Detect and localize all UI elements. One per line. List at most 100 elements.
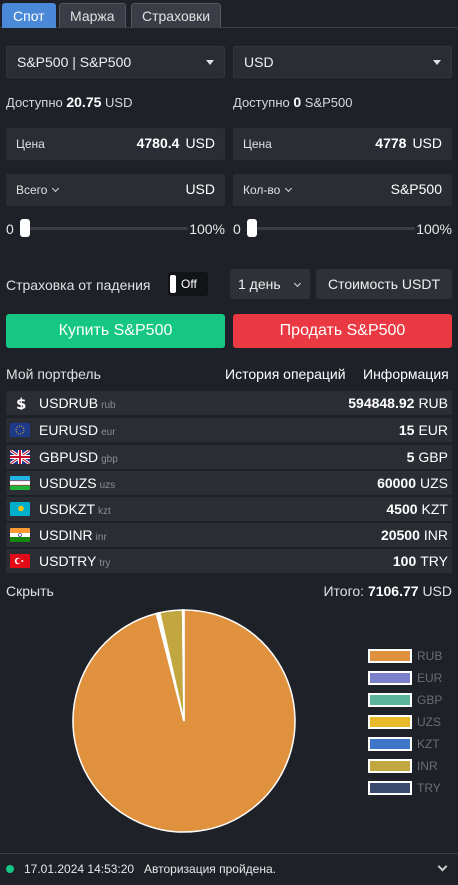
row-ticker: USDKZT bbox=[39, 501, 95, 517]
insurance-toggle[interactable]: Off bbox=[168, 272, 208, 296]
available-label: Доступно bbox=[6, 95, 63, 110]
legend-swatch bbox=[368, 649, 412, 663]
slider-track[interactable] bbox=[247, 227, 415, 230]
legend-item-kzt[interactable]: KZT bbox=[368, 736, 448, 752]
available-unit: USD bbox=[105, 95, 133, 110]
eu-flag-icon bbox=[10, 423, 30, 437]
row-amount: 594848.92 RUB bbox=[348, 395, 448, 411]
row-ticker: USDUZS bbox=[39, 475, 97, 491]
row-amount-unit: TRY bbox=[420, 553, 448, 569]
total-label: Всего bbox=[16, 183, 48, 197]
buy-slider[interactable]: 0 100% bbox=[6, 219, 225, 237]
legend-label: UZS bbox=[417, 715, 441, 729]
table-row[interactable]: USDUZS uzs 60000 UZS bbox=[6, 471, 452, 495]
table-row[interactable]: EURUSD eur 15 EUR bbox=[6, 418, 452, 442]
legend-item-try[interactable]: TRY bbox=[368, 780, 448, 796]
slider-thumb[interactable] bbox=[20, 219, 30, 237]
row-code: inr bbox=[95, 532, 107, 543]
pair-select[interactable]: S&P500 | S&P500 bbox=[6, 46, 225, 78]
right-available: Доступно 0 S&P500 bbox=[233, 94, 352, 110]
legend-label: RUB bbox=[417, 649, 443, 663]
legend-item-inr[interactable]: INR bbox=[368, 758, 448, 774]
slider-max: 100% bbox=[416, 221, 452, 237]
total-value: 7106.77 bbox=[367, 583, 419, 599]
left-available: Доступно 20.75 USD bbox=[6, 94, 132, 110]
chevron-down-icon[interactable] bbox=[437, 861, 448, 872]
row-code: try bbox=[99, 558, 111, 569]
hide-chart-link[interactable]: Скрыть bbox=[6, 583, 54, 599]
legend-swatch bbox=[368, 693, 412, 707]
row-code: rub bbox=[101, 400, 116, 411]
total-unit: USD bbox=[185, 181, 215, 197]
legend-label: EUR bbox=[417, 671, 443, 685]
legend-label: GBP bbox=[417, 693, 443, 707]
row-ticker: USDINR bbox=[39, 527, 93, 543]
legend-item-eur[interactable]: EUR bbox=[368, 670, 448, 686]
price-value: 4778 USD bbox=[375, 135, 442, 151]
row-code: uzs bbox=[99, 480, 116, 491]
chevron-down-icon bbox=[52, 184, 60, 193]
row-amount-value: 5 bbox=[406, 449, 415, 465]
total-mode-dropdown[interactable]: Всего bbox=[16, 183, 60, 197]
legend-item-gbp[interactable]: GBP bbox=[368, 692, 448, 708]
uz-flag-icon bbox=[10, 476, 30, 490]
row-amount-unit: EUR bbox=[418, 422, 448, 438]
buy-price-field[interactable]: Цена 4780.4 USD bbox=[6, 128, 225, 160]
row-amount-value: 15 bbox=[398, 422, 415, 438]
currency-select-value: USD bbox=[244, 54, 274, 70]
tab-insurance[interactable]: Страховки bbox=[131, 3, 222, 28]
row-name: USDTRY try bbox=[39, 553, 110, 569]
row-name: EURUSD eur bbox=[39, 422, 116, 438]
available-amount: 0 bbox=[293, 94, 302, 110]
tab-spot[interactable]: Спот bbox=[2, 3, 56, 28]
slider-thumb[interactable] bbox=[247, 219, 257, 237]
tab-bar: Спот Маржа Страховки bbox=[0, 0, 458, 28]
price-label: Цена bbox=[243, 137, 272, 151]
sell-button[interactable]: Продать S&P500 bbox=[233, 314, 452, 348]
buy-total-field[interactable]: Всего USD bbox=[6, 174, 225, 206]
price-unit: USD bbox=[185, 135, 215, 151]
insurance-cost-button[interactable]: Стоимость USDT bbox=[316, 269, 452, 299]
row-ticker: GBPUSD bbox=[39, 449, 99, 465]
legend-item-rub[interactable]: RUB bbox=[368, 648, 448, 664]
info-link[interactable]: Информация bbox=[363, 366, 449, 382]
slider-track[interactable] bbox=[20, 227, 188, 230]
row-name: USDKZT kzt bbox=[39, 501, 111, 517]
tab-margin[interactable]: Маржа bbox=[59, 3, 126, 28]
dollar-icon: $ bbox=[10, 396, 30, 410]
price-unit: USD bbox=[412, 135, 442, 151]
row-amount-value: 594848.92 bbox=[348, 395, 415, 411]
insurance-period-select[interactable]: 1 день bbox=[230, 269, 310, 299]
sell-slider[interactable]: 0 100% bbox=[233, 219, 452, 237]
price-value: 4780.4 USD bbox=[137, 135, 215, 151]
legend-item-uzs[interactable]: UZS bbox=[368, 714, 448, 730]
sell-price-field[interactable]: Цена 4778 USD bbox=[233, 128, 452, 160]
row-amount-value: 20500 bbox=[380, 527, 420, 543]
qty-mode-dropdown[interactable]: Кол-во bbox=[243, 183, 293, 197]
qty-unit: S&P500 bbox=[390, 181, 442, 197]
row-name: USDINR inr bbox=[39, 527, 107, 543]
row-name: USDRUB rub bbox=[39, 395, 116, 411]
buy-button[interactable]: Купить S&P500 bbox=[6, 314, 225, 348]
sell-qty-field[interactable]: Кол-во S&P500 bbox=[233, 174, 452, 206]
row-amount: 15 EUR bbox=[399, 422, 448, 438]
table-row[interactable]: USDKZT kzt 4500 KZT bbox=[6, 497, 452, 521]
insurance-label: Страховка от падения bbox=[6, 277, 151, 293]
legend-swatch bbox=[368, 737, 412, 751]
qty-label: Кол-во bbox=[243, 183, 281, 197]
row-amount-unit: UZS bbox=[420, 475, 448, 491]
table-row[interactable]: $ USDRUB rub 594848.92 RUB bbox=[6, 391, 452, 415]
table-row[interactable]: USDINR inr 20500 INR bbox=[6, 523, 452, 547]
legend-swatch bbox=[368, 671, 412, 685]
kz-flag-icon bbox=[10, 502, 30, 516]
legend-swatch bbox=[368, 715, 412, 729]
available-amount: 20.75 bbox=[66, 94, 102, 110]
history-link[interactable]: История операций bbox=[225, 366, 346, 382]
available-label: Доступно bbox=[233, 95, 290, 110]
row-amount: 60000 UZS bbox=[377, 475, 448, 491]
table-row[interactable]: GBPUSD gbp 5 GBP bbox=[6, 445, 452, 469]
currency-select[interactable]: USD bbox=[233, 46, 452, 78]
table-row[interactable]: USDTRY try 100 TRY bbox=[6, 549, 452, 573]
legend-label: KZT bbox=[417, 737, 440, 751]
status-message: Авторизация пройдена. bbox=[144, 862, 276, 876]
